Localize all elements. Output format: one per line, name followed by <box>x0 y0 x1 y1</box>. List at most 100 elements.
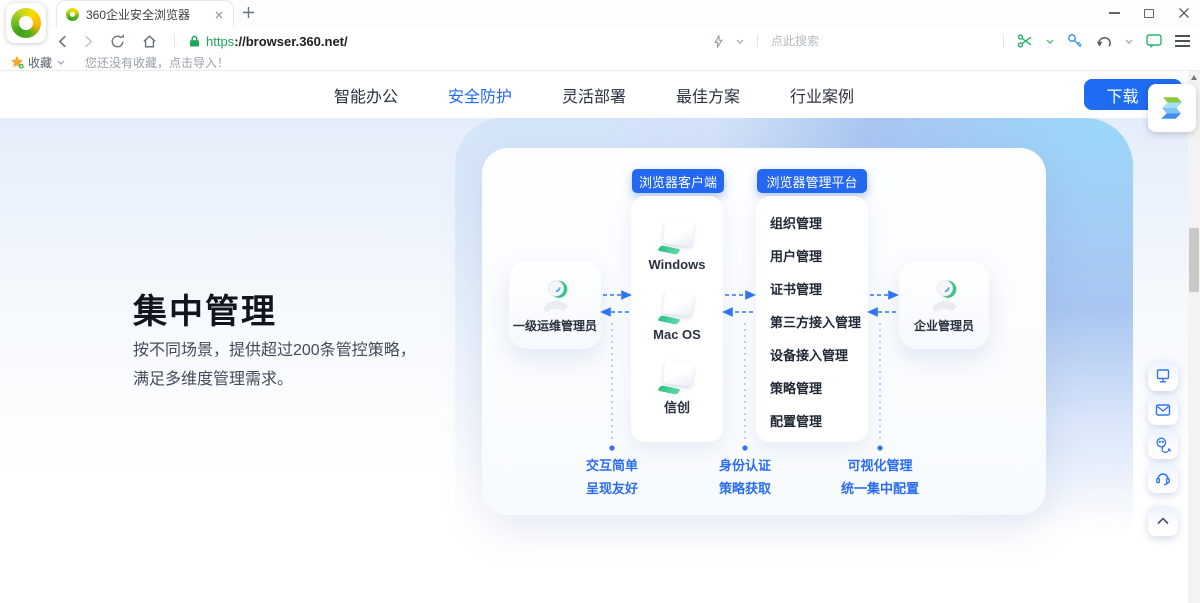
bookmarks-bar: 收藏 您还没有收藏，点击导入！ <box>0 54 1200 71</box>
headset-icon <box>1155 470 1171 486</box>
client-item-label: Mac OS <box>653 327 701 342</box>
https-lock-icon <box>189 34 200 48</box>
platform-badge: 浏览器管理平台 <box>757 169 867 193</box>
browser-360-logo-icon <box>11 8 41 38</box>
browser-tab[interactable]: 360企业安全浏览器 <box>56 0 234 28</box>
nav-item-security[interactable]: 安全防护 <box>448 83 512 107</box>
tab-strip: 360企业安全浏览器 <box>0 0 1200 28</box>
bookmark-star-icon[interactable] <box>10 55 24 69</box>
platform-item: 配置管理 <box>770 405 868 438</box>
footnote-line: 可视化管理 <box>815 454 945 477</box>
tab-close-icon[interactable] <box>214 10 224 20</box>
wechat-button[interactable] <box>1148 429 1178 459</box>
search-divider <box>757 34 758 48</box>
minimize-button[interactable] <box>1109 12 1120 14</box>
forward-button[interactable] <box>84 35 93 48</box>
footnote-visual: 可视化管理 统一集中配置 <box>815 454 945 500</box>
client-item-macos: Mac OS <box>653 292 701 342</box>
platform-item: 设备接入管理 <box>770 339 868 372</box>
url-scheme: https <box>206 34 234 49</box>
monitor-icon <box>657 292 697 324</box>
desktop-icon <box>1155 368 1171 384</box>
address-bar[interactable]: https://browser.360.net/ <box>189 34 348 49</box>
wechat-icon <box>1155 436 1172 453</box>
quick-access-lightning-icon[interactable] <box>714 35 723 48</box>
scrollbar-thumb[interactable] <box>1189 228 1199 292</box>
browser-toolbar: https://browser.360.net/ <box>0 28 1200 54</box>
client-item-xinchuang: 信创 <box>657 362 697 416</box>
chevron-up-icon <box>1155 513 1171 529</box>
page-scrollbar[interactable] <box>1188 71 1200 603</box>
footnote-line: 策略获取 <box>680 477 810 500</box>
footnote-interaction: 交互简单 呈现友好 <box>547 454 677 500</box>
platform-item: 用户管理 <box>770 240 868 273</box>
new-tab-button[interactable] <box>242 6 255 19</box>
person-icon <box>925 276 963 314</box>
person-icon <box>536 276 574 314</box>
client-item-label: Windows <box>649 257 706 272</box>
floating-action-stack <box>1148 361 1178 493</box>
platform-item: 组织管理 <box>770 207 868 240</box>
platform-column: 组织管理 用户管理 证书管理 第三方接入管理 设备接入管理 策略管理 配置管理 <box>756 196 868 442</box>
nav-item-deployment[interactable]: 灵活部署 <box>562 83 626 107</box>
monitor-icon <box>657 222 697 254</box>
ops-admin-label: 一级运维管理员 <box>513 317 597 334</box>
page-description: 按不同场景，提供超过200条管控策略，满足多维度管理需求。 <box>133 336 418 394</box>
nav-item-cases[interactable]: 行业案例 <box>790 83 854 107</box>
download-button-label: 下载 <box>1106 83 1138 107</box>
management-diagram: 浏览器客户端 浏览器管理平台 Windows Mac OS 信创 组织管理 用户… <box>482 148 1046 515</box>
browser-360-logo[interactable] <box>6 3 46 43</box>
window-controls <box>1109 0 1190 26</box>
s-logo-icon <box>1154 90 1190 126</box>
platform-item: 第三方接入管理 <box>770 306 868 339</box>
refresh-button[interactable] <box>110 34 125 49</box>
nav-item-smart-office[interactable]: 智能办公 <box>334 83 398 107</box>
bookmarks-empty-hint[interactable]: 您还没有收藏，点击导入！ <box>85 54 229 71</box>
platform-item: 策略管理 <box>770 372 868 405</box>
tab-favicon-icon <box>66 8 79 21</box>
footnote-line: 统一集中配置 <box>815 477 945 500</box>
nav-item-solutions[interactable]: 最佳方案 <box>676 83 740 107</box>
sidebar-widget-button[interactable] <box>1148 84 1196 132</box>
url-host: ://browser.360.net/ <box>234 34 347 49</box>
undo-caret-icon[interactable] <box>1125 39 1133 44</box>
footnote-line: 呈现友好 <box>547 477 677 500</box>
footnote-line: 身份认证 <box>680 454 810 477</box>
home-button[interactable] <box>142 34 157 49</box>
tab-title: 360企业安全浏览器 <box>86 6 214 23</box>
bookmarks-caret-icon[interactable] <box>57 60 65 65</box>
screenshot-scissors-icon[interactable] <box>1017 33 1033 49</box>
platform-item: 证书管理 <box>770 273 868 306</box>
url-text[interactable]: https://browser.360.net/ <box>206 34 348 49</box>
back-button[interactable] <box>58 35 67 48</box>
client-item-label: 信创 <box>664 397 690 416</box>
back-to-top-button[interactable] <box>1148 506 1178 536</box>
undo-recent-icon[interactable] <box>1096 34 1112 48</box>
footnote-line: 交互简单 <box>547 454 677 477</box>
search-input[interactable] <box>771 34 889 48</box>
demo-desktop-button[interactable] <box>1148 361 1178 391</box>
browser-window: 360企业安全浏览器 <box>0 0 1200 603</box>
page-title: 集中管理 <box>133 284 277 333</box>
mail-icon <box>1155 402 1171 418</box>
bookmarks-label[interactable]: 收藏 <box>28 54 52 71</box>
client-column: Windows Mac OS 信创 <box>631 196 723 442</box>
email-button[interactable] <box>1148 395 1178 425</box>
site-nav: 智能办公 安全防护 灵活部署 最佳方案 行业案例 <box>0 71 1188 118</box>
feedback-message-icon[interactable] <box>1146 34 1162 49</box>
screenshot-caret-icon[interactable] <box>1046 39 1054 44</box>
maximize-button[interactable] <box>1144 9 1154 18</box>
client-item-windows: Windows <box>649 222 706 272</box>
quick-access-caret-icon[interactable] <box>736 39 744 44</box>
footnote-identity: 身份认证 策略获取 <box>680 454 810 500</box>
close-button[interactable] <box>1178 7 1190 19</box>
customer-service-button[interactable] <box>1148 463 1178 493</box>
enterprise-admin-label: 企业管理员 <box>914 317 974 334</box>
menu-hamburger-icon[interactable] <box>1175 35 1190 46</box>
password-key-icon[interactable] <box>1067 33 1083 49</box>
tools-divider <box>1003 34 1004 48</box>
enterprise-admin-card: 企业管理员 <box>899 261 989 349</box>
client-badge: 浏览器客户端 <box>632 169 724 193</box>
scrollbar-up-arrow[interactable] <box>1191 75 1197 80</box>
toolbar-divider <box>174 34 175 48</box>
